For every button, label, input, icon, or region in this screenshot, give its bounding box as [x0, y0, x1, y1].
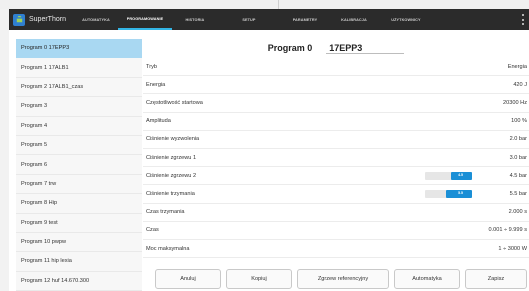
tab-setup[interactable]: SETUP [218, 9, 280, 30]
program-number: Program 0 [267, 43, 313, 53]
param-row-cisnienie-trzymania[interactable]: Ciśnienie trzymania 5.5 5.5 bar [143, 185, 529, 204]
param-label: Energia [146, 81, 166, 88]
save-button[interactable]: Zapisz [465, 269, 527, 289]
reference-weld-button[interactable]: Zgrzew referencyjny [297, 269, 389, 289]
automation-button[interactable]: Automatyka [394, 269, 460, 289]
tab-kalibracja[interactable]: KALIBRACJA [330, 9, 378, 30]
program-item-10[interactable]: Program 10 pwpw [16, 233, 142, 253]
param-value: 0.001 ÷ 9.999 s [488, 227, 527, 234]
program-details: Program 0 17EPP3 Tryb Energia Energia 42… [143, 39, 529, 291]
param-value: Energia [507, 63, 527, 70]
program-item-3[interactable]: Program 3 [16, 97, 142, 117]
tab-uzytkownicy[interactable]: UŻYTKOWNICY [378, 9, 434, 30]
param-row-cisnienie-zgrzewu-1[interactable]: Ciśnienie zgrzewu 1 3.0 bar [143, 149, 529, 168]
tab-programowanie[interactable]: PROGRAMOWANIE [117, 9, 172, 30]
program-list: Program 0 17EPP3 Program 1 17ALB1 Progra… [16, 39, 142, 291]
param-row-amplituda[interactable]: Amplituda 100 % [143, 113, 529, 131]
program-item-11[interactable]: Program 11 hip lexia [16, 252, 142, 272]
window-divider [278, 0, 279, 9]
overflow-menu-icon[interactable] [522, 14, 525, 25]
program-item-9[interactable]: Program 9 test [16, 214, 142, 233]
top-navigation-bar: SuperThorn AUTOMATYKA PROGRAMOWANIE HIST… [9, 9, 529, 30]
param-label: Częstotliwość startowa [146, 99, 203, 106]
param-value: 420 J [513, 81, 527, 88]
param-value: 1 ÷ 3000 W [498, 245, 527, 252]
param-row-cisnienie-zgrzewu-2[interactable]: Ciśnienie zgrzewu 2 4.5 4.5 bar [143, 167, 529, 186]
param-label: Tryb [146, 63, 157, 70]
program-title: Program 0 17EPP3 [143, 39, 529, 57]
program-item-5[interactable]: Program 5 [16, 136, 142, 156]
tab-historia[interactable]: HISTORIA [172, 9, 218, 30]
param-row-moc-maksymalna[interactable]: Moc maksymalna 1 ÷ 3000 W [143, 240, 529, 259]
param-row-cisnienie-wyzwolenia[interactable]: Ciśnienie wyzwolenia 2.0 bar [143, 131, 529, 149]
param-label: Czas trzymania [146, 209, 185, 216]
program-item-6[interactable]: Program 6 [16, 155, 142, 175]
holding-pressure-slider[interactable]: 5.5 [425, 190, 472, 199]
copy-button[interactable]: Kopiuj [226, 269, 292, 289]
param-value: 4.5 bar [509, 172, 527, 179]
param-label: Amplituda [146, 118, 171, 125]
param-value: 2.000 s [508, 209, 527, 216]
program-item-8[interactable]: Program 8 Hip [16, 194, 142, 214]
param-value: 2.0 bar [509, 136, 527, 143]
program-item-12[interactable]: Program 12 huf 14.670.300 [16, 272, 142, 291]
param-value: 5.5 bar [509, 190, 527, 197]
program-item-0[interactable]: Program 0 17EPP3 [16, 39, 142, 59]
param-value: 3.0 bar [509, 154, 527, 161]
program-item-4[interactable]: Program 4 [16, 117, 142, 136]
pressure-slider[interactable]: 4.5 [425, 172, 472, 181]
window-top-strip [0, 0, 529, 9]
param-row-energia[interactable]: Energia 420 J [143, 76, 529, 95]
param-label: Ciśnienie wyzwolenia [146, 136, 200, 143]
param-row-czestotliwosc[interactable]: Częstotliwość startowa 20300 Hz [143, 94, 529, 113]
param-row-czas-trzymania[interactable]: Czas trzymania 2.000 s [143, 204, 529, 222]
param-value: 20300 Hz [503, 99, 527, 106]
param-label: Moc maksymalna [146, 245, 190, 252]
android-logo-icon [13, 13, 25, 26]
holding-pressure-slider-text: 5.5 [458, 191, 463, 196]
tab-parametry[interactable]: PARAMETRY [280, 9, 330, 30]
program-item-2[interactable]: Program 2 17ALB1_czas [16, 78, 142, 98]
app-title: SuperThorn [29, 16, 66, 23]
param-label: Ciśnienie zgrzewu 2 [146, 172, 197, 179]
program-item-7[interactable]: Program 7 trw [16, 175, 142, 195]
program-name-field[interactable]: 17EPP3 [326, 43, 405, 54]
param-row-czas[interactable]: Czas 0.001 ÷ 9.999 s [143, 222, 529, 240]
param-label: Ciśnienie zgrzewu 1 [146, 154, 197, 161]
program-item-1[interactable]: Program 1 17ALB1 [16, 58, 142, 78]
param-row-tryb[interactable]: Tryb Energia [143, 58, 529, 77]
param-value: 100 % [511, 118, 527, 125]
pressure-slider-text: 4.5 [458, 173, 463, 178]
param-label: Czas [146, 227, 159, 234]
app-window: SuperThorn AUTOMATYKA PROGRAMOWANIE HIST… [9, 9, 529, 291]
action-bar: Anuluj Kopiuj Zgrzew referencyjny Automa… [143, 266, 529, 291]
tab-automatyka[interactable]: AUTOMATYKA [74, 9, 118, 30]
cancel-button[interactable]: Anuluj [155, 269, 221, 289]
param-label: Ciśnienie trzymania [146, 190, 195, 197]
